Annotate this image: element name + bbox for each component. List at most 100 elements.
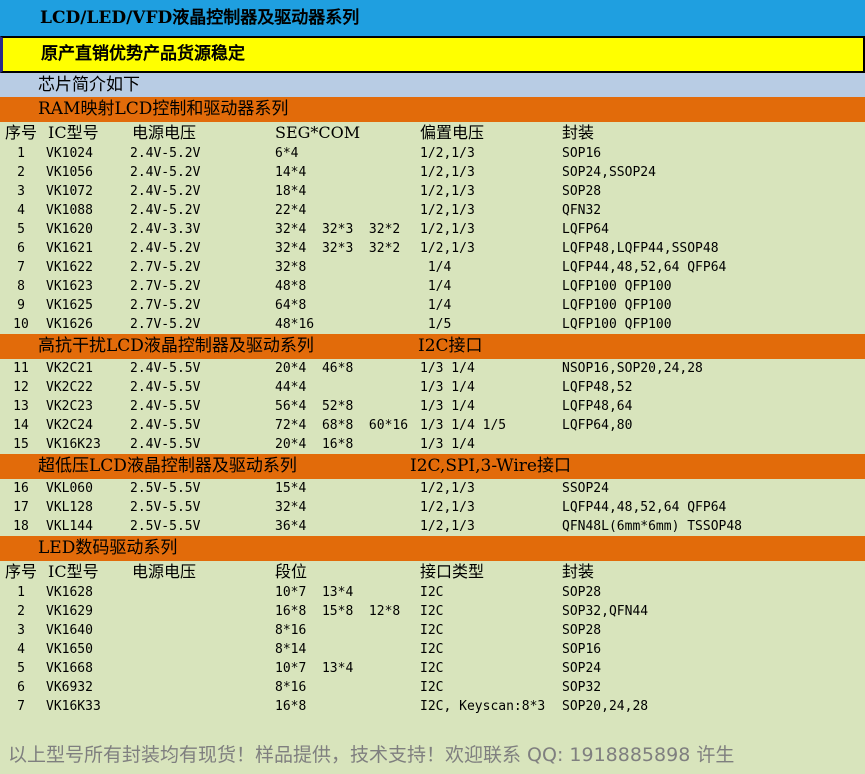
section-interface-note: I2C接口: [418, 336, 483, 356]
seg-com: 18*4: [275, 184, 307, 199]
bias-voltage: 1/2,1/3: [420, 481, 475, 496]
seg-com: 64*8: [275, 298, 307, 313]
column-header-no: 序号: [5, 562, 38, 581]
column-header-ic: IC型号: [48, 123, 99, 142]
table-row: 4 VK1088 2.4V-5.2V 22*4 1/2,1/3 QFN32: [0, 201, 865, 220]
ic-model: VK1625: [46, 298, 93, 313]
row-number: 2: [17, 165, 25, 180]
section-title: RAM映射LCD控制和驱动器系列: [38, 99, 289, 119]
row-number: 2: [17, 604, 25, 619]
column-header-row: 序号 IC型号 电源电压 段位 接口类型 封装: [0, 561, 865, 583]
table-row: 3 VK1640 8*16 I2C SOP28: [0, 621, 865, 640]
column-header-pkg: 封装: [562, 562, 595, 581]
column-header-row: 序号 IC型号 电源电压 SEG*COM 偏置电压 封装: [0, 122, 865, 144]
supply-voltage: 2.4V-5.2V: [130, 165, 201, 180]
ic-model: VK1620: [46, 222, 93, 237]
package: LQFP44,48,52,64 QFP64: [562, 260, 727, 275]
supply-voltage: 2.7V-5.2V: [130, 279, 201, 294]
table-row: 11 VK2C21 2.4V-5.5V 20*4 46*8 1/3 1/4 NSOP16,…: [0, 359, 865, 378]
bias-voltage: I2C: [420, 642, 444, 657]
row-number: 17: [13, 500, 29, 515]
table-row: 4 VK1650 8*14 I2C SOP16: [0, 640, 865, 659]
ic-model: VK1072: [46, 184, 93, 199]
row-number: 15: [13, 437, 29, 452]
seg-com: 8*16: [275, 680, 307, 695]
row-number: 7: [17, 260, 25, 275]
table-row: 15 VK16K23 2.4V-5.5V 20*4 16*8 1/3 1/4: [0, 435, 865, 454]
seg-com: 16*8 15*8 12*8: [275, 604, 401, 619]
row-number: 6: [17, 241, 25, 256]
supply-voltage: 2.5V-5.5V: [130, 519, 201, 534]
seg-com: 20*4 16*8: [275, 437, 354, 452]
section-title: 高抗干扰LCD液晶控制器及驱动系列: [38, 336, 314, 356]
bias-voltage: 1/2,1/3: [420, 203, 475, 218]
package: LQFP64: [562, 222, 609, 237]
row-number: 13: [13, 399, 29, 414]
bias-voltage: I2C: [420, 604, 444, 619]
supply-voltage: 2.4V-5.5V: [130, 399, 201, 414]
ic-model: VK1024: [46, 146, 93, 161]
table-row: 6 VK6932 8*16 I2C SOP32: [0, 678, 865, 697]
column-header-volt: 电源电压: [132, 123, 197, 142]
section-led-header: LED数码驱动系列: [0, 536, 865, 561]
bias-voltage: I2C: [420, 585, 444, 600]
section-title: LED数码驱动系列: [38, 538, 178, 558]
column-header-no: 序号: [5, 123, 38, 142]
seg-com: 48*16: [275, 317, 315, 332]
column-header-seg: 段位: [275, 562, 308, 581]
bias-voltage: 1/3 1/4: [420, 399, 475, 414]
table-row: 8 VK1623 2.7V-5.2V 48*8 1/4 LQFP100 QFP100: [0, 277, 865, 296]
table-row: 17 VKL128 2.5V-5.5V 32*4 1/2,1/3 LQFP44,48,52…: [0, 498, 865, 517]
ic-model: VK1088: [46, 203, 93, 218]
bias-voltage: 1/2,1/3: [420, 500, 475, 515]
seg-com: 20*4 46*8: [275, 361, 354, 376]
supply-voltage: 2.5V-5.5V: [130, 500, 201, 515]
bias-voltage: I2C: [420, 661, 444, 676]
ic-model: VK6932: [46, 680, 93, 695]
package: SOP24: [562, 661, 602, 676]
ic-model: VK1640: [46, 623, 93, 638]
bias-voltage: I2C: [420, 680, 444, 695]
ic-model: VK2C22: [46, 380, 93, 395]
package: SOP28: [562, 184, 602, 199]
row-number: 12: [13, 380, 29, 395]
page-title: LCD/LED/VFD液晶控制器及驱动器系列: [0, 0, 865, 36]
supply-voltage: 2.4V-5.5V: [130, 380, 201, 395]
package: SOP28: [562, 585, 602, 600]
table-row: 3 VK1072 2.4V-5.2V 18*4 1/2,1/3 SOP28: [0, 182, 865, 201]
package: LQFP48,52: [562, 380, 633, 395]
section-ram-header: RAM映射LCD控制和驱动器系列: [0, 97, 865, 122]
seg-com: 16*8: [275, 699, 307, 714]
package: NSOP16,SOP20,24,28: [562, 361, 703, 376]
row-number: 4: [17, 642, 25, 657]
table-row: 7 VK16K33 16*8 I2C, Keyscan:8*3 SOP20,24,28: [0, 697, 865, 716]
bias-voltage: 1/3 1/4: [420, 437, 475, 452]
seg-com: 14*4: [275, 165, 307, 180]
row-number: 3: [17, 184, 25, 199]
ic-model: VK1650: [46, 642, 93, 657]
row-number: 9: [17, 298, 25, 313]
slogan-banner: 原产直销优势产品货源稳定: [0, 36, 865, 73]
seg-com: 32*4: [275, 500, 307, 515]
ic-model: VK1628: [46, 585, 93, 600]
table-row: 1 VK1628 10*7 13*4 I2C SOP28: [0, 583, 865, 602]
table-row: 13 VK2C23 2.4V-5.5V 56*4 52*8 1/3 1/4 LQFP48,…: [0, 397, 865, 416]
row-number: 18: [13, 519, 29, 534]
ic-model: VK2C21: [46, 361, 93, 376]
package: LQFP100 QFP100: [562, 279, 672, 294]
seg-com: 6*4: [275, 146, 299, 161]
row-number: 7: [17, 699, 25, 714]
seg-com: 22*4: [275, 203, 307, 218]
row-number: 5: [17, 222, 25, 237]
bias-voltage: I2C, Keyscan:8*3: [420, 699, 546, 714]
package: SOP32: [562, 680, 602, 695]
column-header-bias: 偏置电压: [420, 123, 485, 142]
table-row: 2 VK1056 2.4V-5.2V 14*4 1/2,1/3 SOP24,SSOP24: [0, 163, 865, 182]
seg-com: 10*7 13*4: [275, 661, 354, 676]
package: SOP16: [562, 146, 602, 161]
bias-voltage: 1/4: [420, 279, 452, 294]
bias-voltage: 1/3 1/4 1/5: [420, 418, 507, 433]
table-row: 10 VK1626 2.7V-5.2V 48*16 1/5 LQFP100 QFP100: [0, 315, 865, 334]
ic-model: VK16K23: [46, 437, 101, 452]
table-row: 12 VK2C22 2.4V-5.5V 44*4 1/3 1/4 LQFP48,52: [0, 378, 865, 397]
